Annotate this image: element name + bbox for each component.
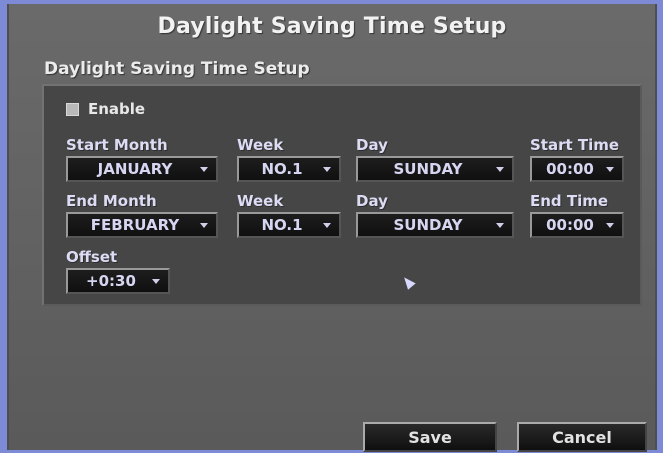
start-week-select[interactable]: NO.1	[237, 156, 341, 182]
end-month-label: End Month	[66, 192, 157, 210]
end-time-label: End Time	[530, 192, 609, 210]
enable-label: Enable	[88, 100, 146, 118]
end-time-value: 00:00	[546, 216, 594, 234]
save-button[interactable]: Save	[363, 422, 497, 452]
start-day-label: Day	[356, 136, 388, 154]
end-month-value: FEBRUARY	[90, 216, 180, 234]
end-day-select[interactable]: SUNDAY	[356, 212, 514, 238]
chevron-down-icon	[152, 278, 160, 284]
end-week-value: NO.1	[261, 216, 303, 234]
dialog-title: Daylight Saving Time Setup	[157, 14, 507, 39]
end-time-select[interactable]: 00:00	[530, 212, 624, 238]
enable-toggle[interactable]: Enable	[66, 100, 145, 118]
end-month-select[interactable]: FEBRUARY	[66, 212, 218, 238]
start-week-value: NO.1	[261, 160, 303, 178]
start-day-select[interactable]: SUNDAY	[356, 156, 514, 182]
chevron-down-icon	[496, 166, 504, 172]
chevron-down-icon	[323, 166, 331, 172]
dst-setup-dialog: Daylight Saving Time Setup Daylight Savi…	[7, 4, 657, 452]
end-day-value: SUNDAY	[393, 216, 463, 234]
dst-settings-panel: Enable Start Month Week Day Start Time J…	[42, 84, 642, 306]
end-week-label: Week	[237, 192, 284, 210]
offset-select[interactable]: +0:30	[66, 268, 170, 294]
start-month-label: Start Month	[66, 136, 168, 154]
start-month-value: JANUARY	[97, 160, 173, 178]
checkbox-icon[interactable]	[66, 102, 79, 116]
start-month-select[interactable]: JANUARY	[66, 156, 218, 182]
start-week-label: Week	[237, 136, 284, 154]
chevron-down-icon	[200, 222, 208, 228]
chevron-down-icon	[606, 166, 614, 172]
chevron-down-icon	[496, 222, 504, 228]
start-time-label: Start Time	[530, 136, 620, 154]
chevron-down-icon	[323, 222, 331, 228]
start-day-value: SUNDAY	[393, 160, 463, 178]
chevron-down-icon	[606, 222, 614, 228]
start-time-value: 00:00	[546, 160, 594, 178]
section-title: Daylight Saving Time Setup	[44, 59, 310, 79]
end-week-select[interactable]: NO.1	[237, 212, 341, 238]
offset-label: Offset	[66, 248, 118, 266]
start-time-select[interactable]: 00:00	[530, 156, 624, 182]
cancel-button[interactable]: Cancel	[517, 422, 647, 452]
end-day-label: Day	[356, 192, 388, 210]
offset-value: +0:30	[86, 272, 136, 290]
chevron-down-icon	[200, 166, 208, 172]
